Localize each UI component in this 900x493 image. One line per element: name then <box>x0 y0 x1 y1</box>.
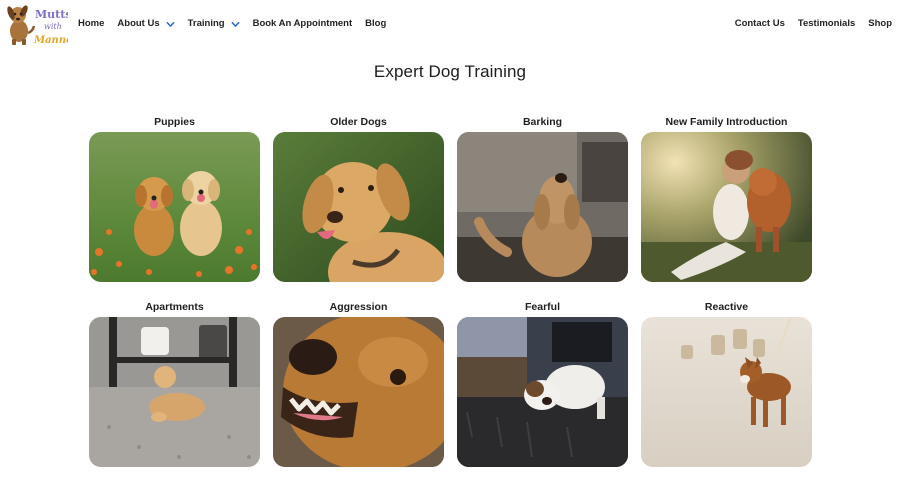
card-puppies[interactable]: Puppies <box>89 114 260 282</box>
card-title: Apartments <box>145 301 204 313</box>
card-older-dogs[interactable]: Older Dogs <box>273 114 444 282</box>
card-title: Barking <box>522 116 563 128</box>
chevron-down-icon <box>231 21 239 27</box>
puppies-photo[interactable] <box>89 132 260 282</box>
nav-training[interactable]: Training <box>188 17 240 31</box>
nav-home-label: Home <box>78 18 105 29</box>
nav-about-us-label: About Us <box>117 18 160 29</box>
reactive-photo[interactable] <box>641 317 812 467</box>
apartments-photo[interactable] <box>89 317 260 467</box>
nav-contact-us[interactable]: Contact Us <box>735 17 785 31</box>
nav-contact-us-label: Contact Us <box>734 18 785 29</box>
card-title: Puppies <box>154 116 195 128</box>
card-aggression[interactable]: Aggression <box>273 299 444 467</box>
site-header: Mutts with Manners Home About Us Trainin… <box>0 0 900 50</box>
fearful-photo[interactable] <box>457 317 628 467</box>
card-title: Older Dogs <box>330 116 387 128</box>
nav-about-us[interactable]: About Us <box>117 17 175 31</box>
card-barking[interactable]: Barking <box>457 114 628 282</box>
mutts-with-manners-logo[interactable]: Mutts with Manners <box>2 1 84 47</box>
nav-book-appointment-label: Book An Appointment <box>252 18 353 29</box>
card-title: Aggression <box>329 301 388 313</box>
nav-book-appointment[interactable]: Book An Appointment <box>253 17 353 31</box>
card-title: Reactive <box>704 301 749 313</box>
card-fearful[interactable]: Fearful <box>457 299 628 467</box>
primary-nav: Home About Us Training Book An Appointme… <box>78 17 399 31</box>
svg-text:Manners: Manners <box>33 35 68 46</box>
nav-testimonials[interactable]: Testimonials <box>798 17 855 31</box>
svg-text:with: with <box>44 22 62 31</box>
aggression-photo[interactable] <box>273 317 444 467</box>
card-title: New Family Introduction <box>665 116 788 128</box>
nav-shop-label: Shop <box>868 18 892 29</box>
nav-testimonials-label: Testimonials <box>797 18 856 29</box>
nav-blog[interactable]: Blog <box>365 17 386 31</box>
chevron-down-icon <box>166 21 175 27</box>
older-dogs-photo[interactable] <box>273 132 444 282</box>
page-title: Expert Dog Training <box>373 62 527 81</box>
card-apartments[interactable]: Apartments <box>89 299 260 467</box>
nav-shop[interactable]: Shop <box>868 17 892 31</box>
card-title: Fearful <box>524 301 560 313</box>
new-family-introduction-photo[interactable] <box>641 132 812 282</box>
card-reactive[interactable]: Reactive <box>641 299 812 467</box>
nav-home[interactable]: Home <box>78 17 104 31</box>
training-cards-grid: Puppies Older Dogs Barking New Family In… <box>89 114 815 467</box>
nav-training-label: Training <box>187 18 225 29</box>
secondary-nav: Contact Us Testimonials Shop <box>722 17 892 31</box>
barking-photo[interactable] <box>457 132 628 282</box>
svg-text:Mutts: Mutts <box>35 8 68 21</box>
card-new-family-introduction[interactable]: New Family Introduction <box>641 114 812 282</box>
nav-blog-label: Blog <box>365 18 387 29</box>
